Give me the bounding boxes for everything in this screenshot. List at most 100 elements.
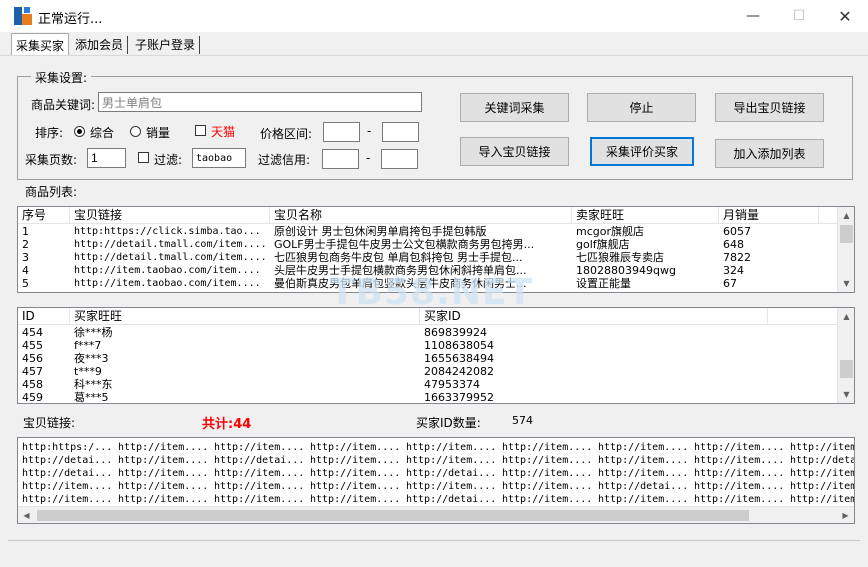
- filter-input[interactable]: [192, 148, 246, 168]
- link-cell[interactable]: http://item....: [306, 454, 402, 467]
- link-cell[interactable]: http://item....: [306, 467, 402, 480]
- table-row[interactable]: 459 葛***5 1663379952: [18, 391, 838, 404]
- link-cell[interactable]: http://item....: [210, 480, 306, 493]
- maximize-button[interactable]: ☐: [776, 0, 822, 32]
- link-cell[interactable]: http://item....: [594, 467, 690, 480]
- link-cell[interactable]: http://item....: [114, 480, 210, 493]
- link-cell[interactable]: http://item....: [114, 493, 210, 506]
- link-cell[interactable]: http://item....: [498, 467, 594, 480]
- link-cell[interactable]: http://item....: [18, 493, 114, 506]
- link-cell[interactable]: http://detai...: [594, 480, 690, 493]
- link-cell[interactable]: http://detai...: [786, 454, 854, 467]
- col-header-monthly-sales[interactable]: 月销量: [719, 207, 819, 224]
- col-header-link[interactable]: 宝贝链接: [70, 207, 270, 224]
- col-header-id[interactable]: ID: [18, 308, 70, 325]
- scroll-thumb[interactable]: [840, 360, 853, 378]
- link-cell[interactable]: http://item....: [786, 441, 854, 454]
- link-cell[interactable]: http://item....: [786, 467, 854, 480]
- link-cell[interactable]: http://item....: [690, 454, 786, 467]
- scroll-down-icon[interactable]: ▼: [838, 386, 855, 403]
- link-cell[interactable]: http://item....: [306, 441, 402, 454]
- link-cell[interactable]: http://detai...: [18, 454, 114, 467]
- link-cell[interactable]: http://detai...: [210, 454, 306, 467]
- link-cell[interactable]: http://item....: [594, 454, 690, 467]
- link-cell[interactable]: http://item....: [498, 441, 594, 454]
- list-item[interactable]: http://item.... http://item.... http://ite…: [18, 493, 854, 506]
- link-cell[interactable]: http://item....: [498, 480, 594, 493]
- link-cell[interactable]: http://detai...: [18, 467, 114, 480]
- list-item[interactable]: http://item.... http://item.... http://ite…: [18, 480, 854, 493]
- link-cell[interactable]: http://item....: [498, 454, 594, 467]
- link-cell[interactable]: http://item....: [306, 480, 402, 493]
- link-cell[interactable]: http://item....: [114, 454, 210, 467]
- sort-radio-sales[interactable]: [130, 126, 141, 137]
- link-cell[interactable]: http:https:/...: [18, 441, 114, 454]
- stop-button[interactable]: 停止: [587, 93, 696, 122]
- tmall-checkbox[interactable]: [195, 125, 206, 136]
- tab-add-member[interactable]: 添加会员: [71, 36, 129, 54]
- keyword-input[interactable]: [98, 92, 422, 112]
- scroll-right-icon[interactable]: ▶: [837, 507, 854, 523]
- col-header-index[interactable]: 序号: [18, 207, 70, 224]
- link-cell[interactable]: http://item....: [114, 441, 210, 454]
- table-row[interactable]: 456 夜***3 1655638494: [18, 352, 838, 365]
- link-cell[interactable]: http://item....: [786, 480, 854, 493]
- add-to-list-button[interactable]: 加入添加列表: [715, 139, 824, 168]
- scroll-left-icon[interactable]: ◀: [18, 507, 35, 523]
- link-cell[interactable]: http://item....: [690, 480, 786, 493]
- link-cell[interactable]: http://item....: [210, 493, 306, 506]
- product-list-scrollbar[interactable]: ▲ ▼: [837, 207, 854, 292]
- table-row[interactable]: 454 徐***杨 869839924: [18, 326, 838, 339]
- col-header-seller[interactable]: 卖家旺旺: [572, 207, 719, 224]
- minimize-button[interactable]: —: [730, 0, 776, 32]
- price-min-input[interactable]: [323, 122, 360, 142]
- link-cell[interactable]: http://item....: [402, 441, 498, 454]
- link-cell[interactable]: http://item....: [498, 493, 594, 506]
- link-cell[interactable]: http://item....: [114, 467, 210, 480]
- pages-input[interactable]: [87, 148, 126, 168]
- link-cell[interactable]: http://detai...: [402, 467, 498, 480]
- filter-checkbox[interactable]: [138, 152, 149, 163]
- link-cell[interactable]: http://item....: [306, 493, 402, 506]
- list-item[interactable]: http://detai... http://item.... http://det…: [18, 454, 854, 467]
- table-row[interactable]: 2 http://detail.tmall.com/item.... GOLF男士手…: [18, 238, 838, 251]
- table-row[interactable]: 458 科***东 47953374: [18, 378, 838, 391]
- table-row[interactable]: 455 f***7 1108638054: [18, 339, 838, 352]
- credit-max-input[interactable]: [381, 149, 418, 169]
- link-cell[interactable]: http://item....: [210, 441, 306, 454]
- import-links-button[interactable]: 导入宝贝链接: [460, 137, 569, 166]
- credit-min-input[interactable]: [322, 149, 359, 169]
- link-cell[interactable]: http://item....: [690, 467, 786, 480]
- sort-radio-comprehensive[interactable]: [74, 126, 85, 137]
- scroll-up-icon[interactable]: ▲: [838, 207, 855, 224]
- list-item[interactable]: http://detai... http://item.... http://ite…: [18, 467, 854, 480]
- tab-sub-account-login[interactable]: 子账户登录: [131, 36, 201, 54]
- link-cell[interactable]: http://detai...: [402, 493, 498, 506]
- buyer-list-scrollbar[interactable]: ▲ ▼: [837, 308, 854, 403]
- scroll-thumb[interactable]: [840, 225, 853, 243]
- links-grid[interactable]: http:https:/... http://item.... http://ite…: [17, 437, 855, 524]
- export-links-button[interactable]: 导出宝贝链接: [715, 93, 824, 122]
- link-cell[interactable]: http://item....: [690, 493, 786, 506]
- scroll-up-icon[interactable]: ▲: [838, 308, 855, 325]
- link-cell[interactable]: http://item....: [690, 441, 786, 454]
- link-cell[interactable]: http://item....: [786, 493, 854, 506]
- table-row[interactable]: 3 http://detail.tmall.com/item.... 七匹狼男包商务…: [18, 251, 838, 264]
- scroll-thumb[interactable]: [37, 510, 749, 521]
- link-cell[interactable]: http://item....: [402, 454, 498, 467]
- close-button[interactable]: ✕: [822, 0, 868, 32]
- collect-reviewers-button[interactable]: 采集评价买家: [590, 137, 694, 166]
- table-row[interactable]: 1 http:https://click.simba.tao... 原创设计 男士包…: [18, 225, 838, 238]
- price-max-input[interactable]: [382, 122, 419, 142]
- keyword-collect-button[interactable]: 关键词采集: [460, 93, 569, 122]
- link-cell[interactable]: http://item....: [594, 493, 690, 506]
- buyer-list[interactable]: ID 买家旺旺 买家ID 454 徐***杨 869839924 455 f***7 11…: [17, 307, 855, 404]
- link-cell[interactable]: http://item....: [18, 480, 114, 493]
- tab-collect-buyers[interactable]: 采集买家: [11, 33, 70, 55]
- link-cell[interactable]: http://item....: [402, 480, 498, 493]
- col-header-name[interactable]: 宝贝名称: [270, 207, 572, 224]
- link-cell[interactable]: http://item....: [594, 441, 690, 454]
- links-grid-hscrollbar[interactable]: ◀ ▶: [18, 506, 854, 523]
- table-row[interactable]: 457 t***9 2084242082: [18, 365, 838, 378]
- link-cell[interactable]: http://item....: [210, 467, 306, 480]
